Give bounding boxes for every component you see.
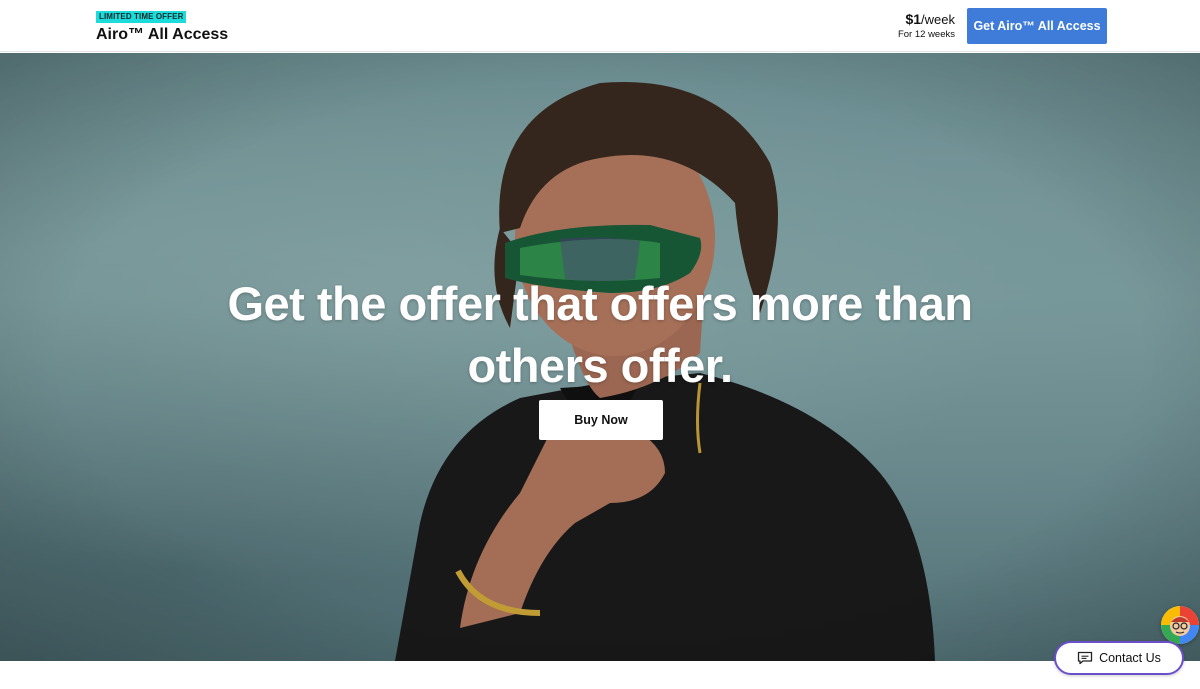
headline-line-2: others offer. xyxy=(467,339,733,392)
contact-us-button[interactable]: Contact Us xyxy=(1054,641,1184,675)
headline-line-1: Get the offer that offers more than xyxy=(227,277,973,330)
price-unit: /week xyxy=(921,12,955,27)
price-term: For 12 weeks xyxy=(897,29,955,40)
hero-section: Get the offer that offers more than othe… xyxy=(0,53,1200,661)
hero-headline: Get the offer that offers more than othe… xyxy=(0,273,1200,397)
assistant-avatar-icon[interactable] xyxy=(1161,606,1199,644)
buy-now-button[interactable]: Buy Now xyxy=(539,400,663,440)
price-amount: $1 xyxy=(905,11,922,27)
chat-bubble-icon xyxy=(1077,651,1093,665)
limited-offer-badge: LIMITED TIME OFFER xyxy=(96,11,187,23)
get-all-access-button[interactable]: Get Airo™ All Access xyxy=(967,8,1107,44)
top-bar: LIMITED TIME OFFER Airo™ All Access $1/w… xyxy=(0,0,1200,52)
assistant-avatar-graphic xyxy=(1161,606,1199,644)
contact-us-label: Contact Us xyxy=(1099,651,1161,665)
product-title: Airo™ All Access xyxy=(96,26,229,43)
price-summary: $1/week For 12 weeks xyxy=(898,11,955,42)
price-line: $1/week xyxy=(898,11,955,28)
